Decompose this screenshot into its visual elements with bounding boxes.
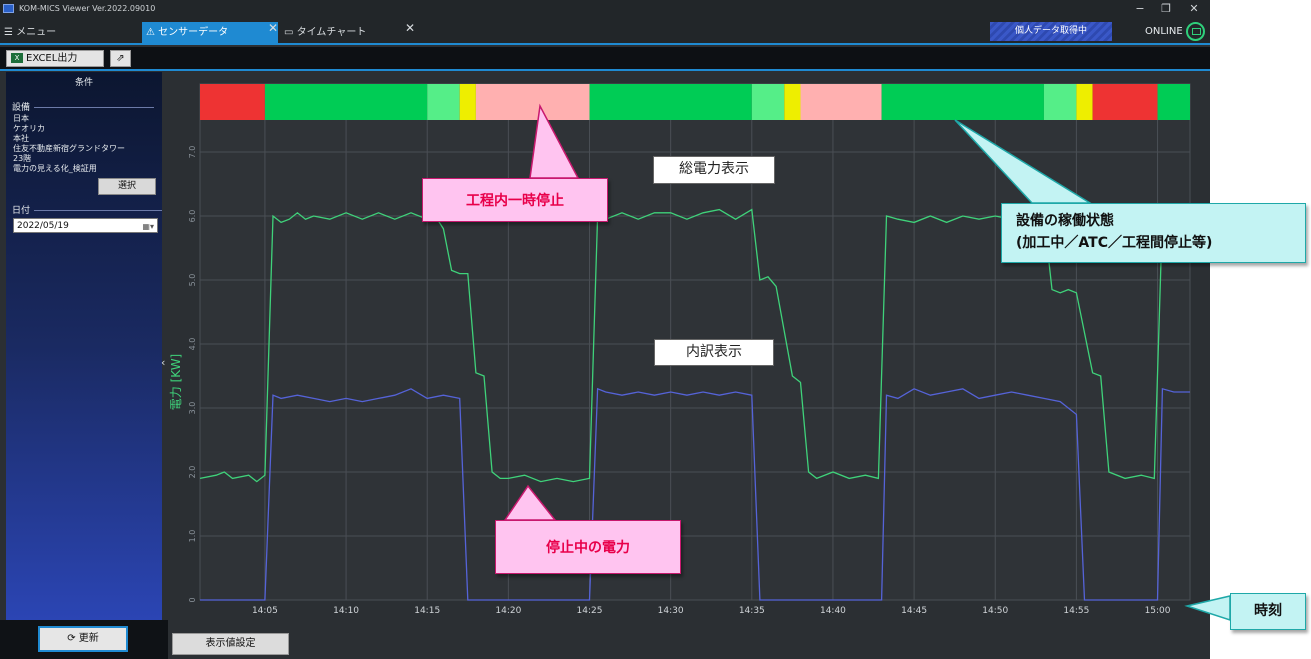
excel-export-button[interactable]: X EXCEL出力 <box>6 50 104 67</box>
date-title: 日付 <box>12 206 31 216</box>
minimize-button[interactable]: − <box>1129 1 1151 17</box>
monitor-icon <box>1186 22 1205 41</box>
equipment-line: 23階 <box>13 154 32 163</box>
status-segment-stop <box>200 84 265 120</box>
y-tick-label: 7.0 <box>188 146 197 159</box>
status-segment-processing <box>589 84 752 120</box>
conditions-panel: 条件 設備 日本 ケオリカ 本社 住友不動産新宿グランドタワー 23階 電力の見… <box>6 72 163 620</box>
equipment-line: 日本 <box>13 114 29 123</box>
status-segment-atc <box>427 84 460 120</box>
app-icon <box>3 4 14 13</box>
equipment-line: 本社 <box>13 134 29 143</box>
status-segment-atc <box>1043 84 1077 120</box>
x-tick-label: 14:25 <box>577 606 603 616</box>
x-tick-label: 14:45 <box>901 606 927 616</box>
calendar-icon[interactable]: ▦▾ <box>142 219 154 234</box>
status-segment-pause <box>800 84 882 120</box>
total-power-label: 総電力表示 <box>653 156 775 184</box>
equipment-section-title: 設備 <box>12 100 155 113</box>
y-axis-label: 電力 [KW] <box>169 354 183 411</box>
maximize-button[interactable]: ❐ <box>1155 1 1177 17</box>
tab-time-chart[interactable]: ▭ タイムチャート ✕ <box>282 21 418 43</box>
status-callout-line2: (加工中／ATC／工程間停止等) <box>1016 235 1213 251</box>
status-segment-processing <box>264 84 428 120</box>
status-segment-yellow <box>784 84 801 120</box>
equipment-title: 設備 <box>12 103 31 113</box>
x-tick-label: 14:15 <box>414 606 440 616</box>
title-bar: KOM-MICS Viewer Ver.2022.09010 − ❐ ✕ <box>0 0 1210 18</box>
x-tick-label: 14:55 <box>1063 606 1089 616</box>
tab-bar: ☰ メニュー ⚠ センサーデータ ✕ ▭ タイムチャート ✕ 個人データ取得中 … <box>0 18 1210 45</box>
status-segment-yellow <box>1076 84 1093 120</box>
personal-data-status: 個人データ取得中 <box>990 22 1112 41</box>
tab-sensor-data[interactable]: ⚠ センサーデータ ✕ <box>142 21 278 43</box>
y-tick-label: 4.0 <box>188 338 197 351</box>
close-window-button[interactable]: ✕ <box>1183 1 1205 17</box>
x-tick-label: 14:40 <box>820 606 846 616</box>
close-icon[interactable]: ✕ <box>268 18 278 39</box>
status-segment-processing <box>881 84 1044 120</box>
x-tick-label: 14:30 <box>658 606 684 616</box>
date-value: 2022/05/19 <box>17 221 69 231</box>
equipment-line: 住友不動産新宿グランドタワー <box>13 144 125 153</box>
divider <box>34 210 163 211</box>
y-tick-label: 3.0 <box>188 402 197 415</box>
tab-sensor-data-label: ⚠ センサーデータ <box>146 27 229 38</box>
panel-header: 条件 <box>74 78 93 88</box>
stopped-power-callout: 停止中の電力 <box>495 520 681 574</box>
divider <box>34 107 155 108</box>
toolbar: X EXCEL出力 ⇗ <box>0 47 1210 69</box>
x-tick-label: 14:20 <box>495 606 521 616</box>
tab-menu[interactable]: ☰ メニュー <box>4 22 140 43</box>
collapse-panel-icon[interactable]: ‹ <box>161 356 165 369</box>
status-segment-stop <box>1092 84 1158 120</box>
breakdown-label: 内訳表示 <box>654 339 774 366</box>
select-equipment-button[interactable]: 選択 <box>98 178 156 195</box>
y-tick-label: 6.0 <box>188 210 197 223</box>
y-tick-label: 2.0 <box>188 466 197 479</box>
status-segment-processing <box>1157 84 1190 120</box>
x-tick-label: 14:05 <box>252 606 278 616</box>
online-status: ONLINE <box>1145 26 1183 37</box>
status-segment-atc <box>751 84 785 120</box>
y-tick-label: 1.0 <box>188 530 197 543</box>
tab-time-chart-label: ▭ タイムチャート <box>284 27 367 38</box>
y-tick-label: 0 <box>188 597 197 602</box>
status-callout: 設備の稼働状態 (加工中／ATC／工程間停止等) <box>1001 203 1306 263</box>
x-tick-label: 14:10 <box>333 606 359 616</box>
y-tick-label: 5.0 <box>188 274 197 287</box>
close-icon[interactable]: ✕ <box>405 18 415 39</box>
pause-callout: 工程内一時停止 <box>422 178 608 222</box>
equipment-line: 電力の見える化_検証用 <box>13 164 97 173</box>
display-settings-button[interactable]: 表示値設定 <box>172 633 289 655</box>
equipment-line: ケオリカ <box>13 124 45 133</box>
excel-icon: X <box>11 53 23 63</box>
refresh-button[interactable]: ⟳ 更新 <box>37 625 129 653</box>
x-tick-label: 14:35 <box>739 606 765 616</box>
status-segment-yellow <box>459 84 476 120</box>
x-tick-label: 14:50 <box>982 606 1008 616</box>
accent-divider <box>0 69 1210 71</box>
date-section-title: 日付 <box>12 203 163 216</box>
x-tick-label: 15:00 <box>1145 606 1171 616</box>
status-callout-line1: 設備の稼働状態 <box>1016 213 1114 229</box>
status-segment-pause <box>475 84 590 120</box>
excel-export-label: EXCEL出力 <box>26 53 78 64</box>
export-button[interactable]: ⇗ <box>110 50 131 67</box>
date-picker[interactable]: 2022/05/19 ▦▾ <box>13 218 158 233</box>
app-title: KOM-MICS Viewer Ver.2022.09010 <box>19 4 156 13</box>
time-callout: 時刻 <box>1230 593 1306 630</box>
